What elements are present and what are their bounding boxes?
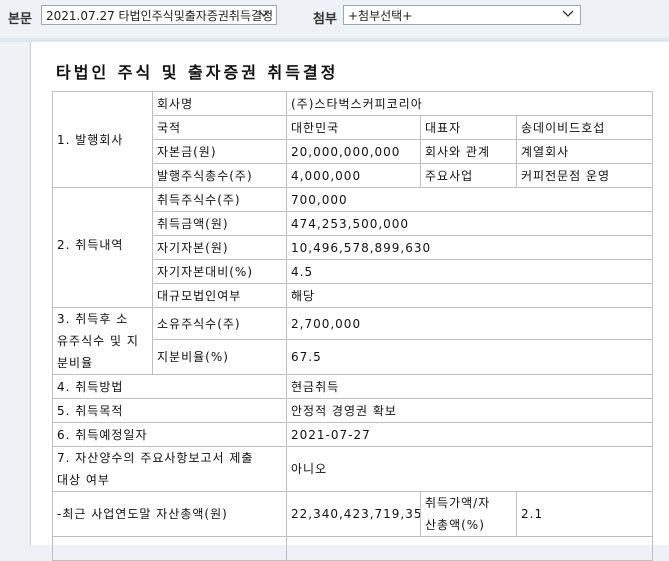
asset-ratio-label-line2: 산총액(%) <box>425 518 485 532</box>
main-label: 본문 <box>8 12 32 27</box>
equity-ratio-value: 4.5 <box>286 259 653 284</box>
large-corp-label: 대규모법인여부 <box>152 283 287 308</box>
issued-shares-label: 발행주식총수(주) <box>152 163 287 188</box>
asset-ratio-label: 취득가액/자 산총액(%) <box>420 491 517 537</box>
relation-value: 계열회사 <box>516 139 653 164</box>
table-row: 7. 자산양수의 주요사항보고서 제출 대상 여부 아니오 <box>52 446 653 492</box>
total-assets-value: 22,340,423,719,351 <box>286 491 421 537</box>
table-row <box>52 536 653 561</box>
ceo-value: 송데이비드호섭 <box>516 115 653 140</box>
table-row: 4. 취득방법 현금취득 <box>52 374 653 399</box>
section-post-holding-line3: 분비율 <box>57 356 94 370</box>
capital-value: 20,000,000,000 <box>286 139 421 164</box>
date-value: 2021-07-27 <box>286 422 653 447</box>
section-acquisition-label: 2. 취득내역 <box>57 238 124 252</box>
total-assets-label: -최근 사업연도말 자산총액(원) <box>52 491 287 537</box>
nationality-label: 국적 <box>152 115 287 140</box>
asset-ratio-value: 2.1 <box>516 491 653 537</box>
chevron-down-icon[interactable] <box>562 6 576 24</box>
table-row: 3. 취득후 소 유주식수 및 지 분비율 소유주식수(주) 2,700,000 <box>52 307 653 375</box>
relation-label: 회사와 관계 <box>420 139 517 164</box>
table-row: 5. 취득목적 안정적 경영권 확보 <box>52 398 653 423</box>
partial-row-cell <box>286 536 653 561</box>
main-document-select[interactable]: 2021.07.27 타법인주식및출자증권취득결정 <box>41 5 277 25</box>
chevron-down-icon[interactable] <box>258 6 272 24</box>
section-post-holding-line1: 3. 취득후 소 <box>57 312 129 326</box>
ceo-label: 대표자 <box>420 115 517 140</box>
equity-value: 10,496,578,899,630 <box>286 235 653 260</box>
nationality-value: 대한민국 <box>286 115 421 140</box>
asset-report-label-line2: 대상 여부 <box>57 473 110 487</box>
table-row: -최근 사업연도말 자산총액(원) 22,340,423,719,351 취득가… <box>52 491 653 537</box>
toolbar: 본문 2021.07.27 타법인주식및출자증권취득결정 첨부 +첨부선택+ <box>0 0 669 39</box>
asset-ratio-label-line1: 취득가액/자 <box>425 496 491 510</box>
date-label: 6. 취득예정일자 <box>52 422 287 447</box>
owned-shares-value: 2,700,000 <box>286 307 653 340</box>
table-row: 6. 취득예정일자 2021-07-27 <box>52 422 653 447</box>
attachment-select[interactable]: +첨부선택+ <box>343 5 581 25</box>
method-value: 현금취득 <box>286 374 653 399</box>
equity-ratio-label: 자기자본대비(%) <box>152 259 287 284</box>
owned-shares-label: 소유주식수(주) <box>152 307 287 340</box>
company-name-value: (주)스타벅스커피코리아 <box>286 91 653 116</box>
partial-row-cell <box>52 536 287 561</box>
table-row: 2. 취득내역 취득주식수(주) 700,000 <box>52 187 653 308</box>
asset-report-label-line1: 7. 자산양수의 주요사항보고서 제출 <box>57 451 254 465</box>
asset-report-value: 아니오 <box>286 446 653 492</box>
equity-label: 자기자본(원) <box>152 235 287 260</box>
stake-label: 지분비율(%) <box>152 339 287 375</box>
issued-shares-value: 4,000,000 <box>286 163 421 188</box>
section-acquisition: 2. 취득내역 <box>52 187 153 308</box>
capital-label: 자본금(원) <box>152 139 287 164</box>
main-document-select-value: 2021.07.27 타법인주식및출자증권취득결정 <box>46 9 274 23</box>
attachment-select-value: +첨부선택+ <box>348 9 413 23</box>
large-corp-value: 해당 <box>286 283 653 308</box>
acq-shares-label: 취득주식수(주) <box>152 187 287 212</box>
purpose-value: 안정적 경영권 확보 <box>286 398 653 423</box>
acq-amount-value: 474,253,500,000 <box>286 211 653 236</box>
section-post-holding: 3. 취득후 소 유주식수 및 지 분비율 <box>52 307 153 375</box>
attach-label: 첨부 <box>313 12 337 27</box>
business-value: 커피전문점 운영 <box>516 163 653 188</box>
section-issuer: 1. 발행회사 <box>52 91 153 188</box>
table-row: 1. 발행회사 회사명 (주)스타벅스커피코리아 <box>52 91 653 188</box>
acq-amount-label: 취득금액(원) <box>152 211 287 236</box>
document-title: 타법인 주식 및 출자증권 취득결정 <box>56 63 339 82</box>
asset-report-label: 7. 자산양수의 주요사항보고서 제출 대상 여부 <box>52 446 287 492</box>
disclosure-table: 1. 발행회사 회사명 (주)스타벅스커피코리아 국적 대한민국 대표자 송데이… <box>52 91 653 561</box>
stake-value: 67.5 <box>286 339 653 375</box>
document-page: 타법인 주식 및 출자증권 취득결정 1. 발행회사 회사명 (주)스타벅스커피… <box>30 42 669 561</box>
method-label: 4. 취득방법 <box>52 374 287 399</box>
purpose-label: 5. 취득목적 <box>52 398 287 423</box>
section-post-holding-line2: 유주식수 및 지 <box>57 334 139 348</box>
business-label: 주요사업 <box>420 163 517 188</box>
acq-shares-value: 700,000 <box>286 187 653 212</box>
company-name-label: 회사명 <box>152 91 287 116</box>
